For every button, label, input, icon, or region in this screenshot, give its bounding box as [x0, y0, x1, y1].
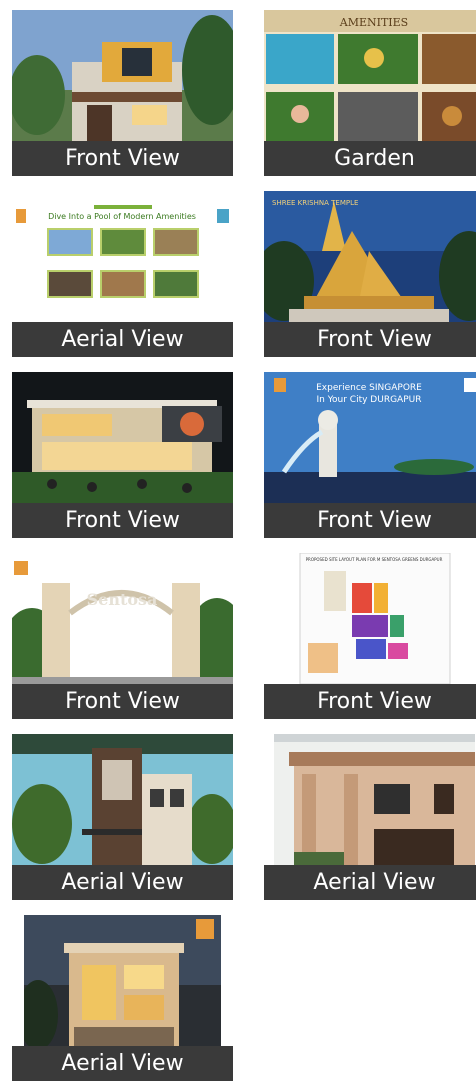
gallery-tile-1[interactable]: AMENITIES Garden	[264, 10, 476, 176]
gate-sign: Sentosa	[87, 590, 158, 609]
gallery-tile-7[interactable]: PROPOSED SITE LAYOUT PLAN FOR M SENTOSA …	[264, 553, 476, 719]
gallery-thumb-bungalow	[274, 734, 475, 865]
gallery-thumb-merlion: Experience SINGAPORE In Your City DURGAP…	[264, 372, 476, 503]
gallery-caption: Garden	[264, 141, 476, 176]
gallery-thumb-house	[12, 10, 233, 141]
gallery-tile-2[interactable]: Dive Into a Pool of Modern Amenities Aer…	[12, 191, 233, 357]
gallery-tile-6[interactable]: Sentosa Front View	[12, 553, 233, 719]
gallery-caption: Aerial View	[12, 865, 233, 900]
gallery-caption: Front View	[12, 503, 233, 538]
merlion-line2: In Your City DURGAPUR	[317, 395, 422, 405]
gallery-thumb-temple: SHREE KRISHNA TEMPLE	[264, 191, 476, 322]
gallery-caption: Front View	[12, 684, 233, 719]
merlion-line1: Experience SINGAPORE	[316, 383, 422, 393]
brochure-heading: Dive Into a Pool of Modern Amenities	[48, 212, 196, 221]
gallery-tile-10[interactable]: Aerial View	[12, 915, 233, 1081]
gallery-caption: Front View	[264, 322, 476, 357]
gallery-thumb-clubhouse	[12, 372, 233, 503]
gallery-thumb-gate: Sentosa	[12, 553, 233, 684]
gallery-thumb-duplex	[24, 915, 221, 1046]
gallery-caption: Aerial View	[12, 1046, 233, 1081]
gallery-caption: Front View	[12, 141, 233, 176]
gallery-caption: Aerial View	[264, 865, 476, 900]
gallery-caption: Front View	[264, 503, 476, 538]
gallery-thumb-site-plan: PROPOSED SITE LAYOUT PLAN FOR M SENTOSA …	[264, 553, 476, 684]
gallery-thumb-amenities: AMENITIES	[264, 10, 476, 141]
gallery-tile-8[interactable]: Aerial View	[12, 734, 233, 900]
temple-banner: SHREE KRISHNA TEMPLE	[272, 199, 358, 207]
gallery-caption: Aerial View	[12, 322, 233, 357]
site-plan-heading: PROPOSED SITE LAYOUT PLAN FOR M SENTOSA …	[306, 557, 443, 562]
gallery-tile-5[interactable]: Experience SINGAPORE In Your City DURGAP…	[264, 372, 476, 538]
amenities-banner-text: AMENITIES	[339, 16, 408, 29]
gallery-caption: Front View	[264, 684, 476, 719]
gallery-grid: Front View AMENITIES Garden Dive Into a …	[0, 0, 476, 1081]
gallery-thumb-amenities-brochure: Dive Into a Pool of Modern Amenities	[12, 191, 233, 322]
gallery-tile-3[interactable]: SHREE KRISHNA TEMPLE Front View	[264, 191, 476, 357]
gallery-tile-9[interactable]: Aerial View	[264, 734, 476, 900]
gallery-tile-0[interactable]: Front View	[12, 10, 233, 176]
gallery-thumb-villa	[12, 734, 233, 865]
gallery-tile-4[interactable]: Front View	[12, 372, 233, 538]
